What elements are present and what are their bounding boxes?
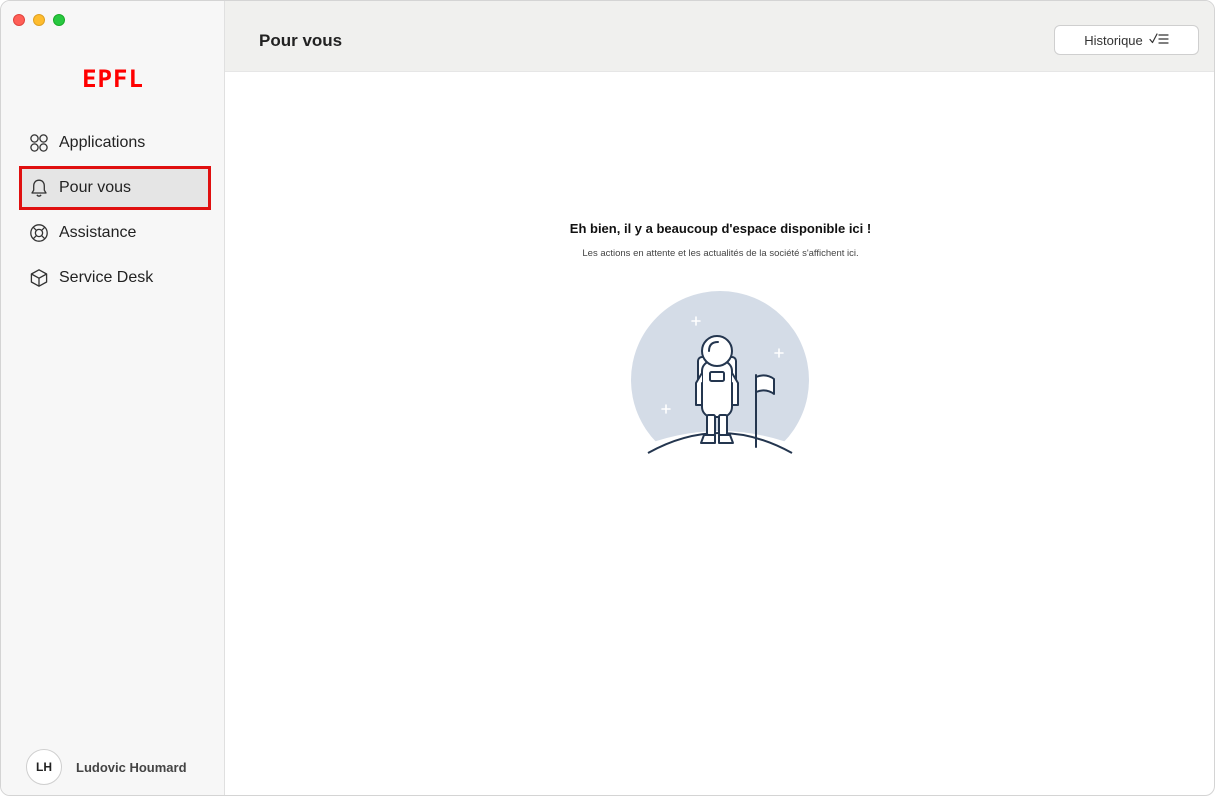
empty-state-title: Eh bien, il y a beaucoup d'espace dispon… <box>569 221 872 236</box>
minimize-window-button[interactable] <box>33 14 45 26</box>
header-bar: Pour vous Historique <box>225 1 1214 72</box>
sidebar-item-label: Applications <box>59 134 146 151</box>
logo-text: EPFL <box>82 65 144 93</box>
sidebar-item-service-desk[interactable]: Service Desk <box>19 256 211 300</box>
avatar[interactable]: LH <box>26 749 62 785</box>
user-profile[interactable]: LH Ludovic Houmard <box>26 749 187 785</box>
sidebar-item-pour-vous[interactable]: Pour vous <box>19 166 211 210</box>
epfl-logo: EPFL <box>1 65 225 93</box>
sidebar-item-label: Assistance <box>59 224 137 241</box>
sidebar-nav: Applications Pour vous Assistance Servic… <box>19 121 211 301</box>
astronaut-icon <box>630 291 810 476</box>
user-name: Ludovic Houmard <box>76 759 187 775</box>
sidebar-item-applications[interactable]: Applications <box>19 121 211 165</box>
page-title: Pour vous <box>259 31 343 50</box>
window-controls <box>13 14 65 26</box>
lifebuoy-icon <box>29 223 49 243</box>
zoom-window-button[interactable] <box>53 14 65 26</box>
app-window: EPFL Applications Pour vous Assistance S… <box>0 0 1215 796</box>
sidebar-item-label: Service Desk <box>59 269 154 286</box>
sidebar: EPFL Applications Pour vous Assistance S… <box>1 1 225 795</box>
close-window-button[interactable] <box>13 14 25 26</box>
bell-icon <box>29 178 49 198</box>
apps-grid-icon <box>29 133 49 153</box>
history-button[interactable]: Historique <box>1054 25 1199 55</box>
sidebar-item-label: Pour vous <box>59 179 132 196</box>
checklist-icon <box>1149 32 1169 49</box>
history-button-label: Historique <box>1084 32 1143 48</box>
avatar-initials: LH <box>36 760 52 774</box>
cube-icon <box>29 268 49 288</box>
sidebar-item-assistance[interactable]: Assistance <box>19 211 211 255</box>
empty-state-subtitle: Les actions en attente et les actualités… <box>582 248 859 259</box>
